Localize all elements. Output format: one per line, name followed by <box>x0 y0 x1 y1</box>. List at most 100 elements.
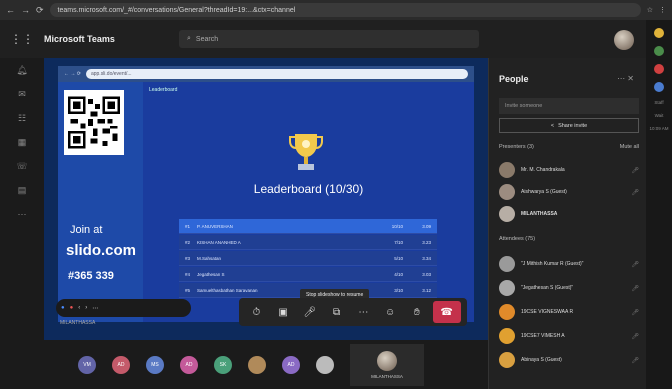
mic-icon[interactable]: 🎤︎ <box>299 301 321 323</box>
participant-avatar[interactable]: SK <box>214 355 232 374</box>
app-icon[interactable] <box>654 64 664 74</box>
row-name: M.Sahsatan <box>197 255 222 261</box>
mic-off-icon: 🎤︎ <box>631 261 639 268</box>
reload-icon[interactable]: ⟳ <box>36 5 44 16</box>
timer-icon[interactable]: ⏱ <box>245 301 267 323</box>
shared-browser-bar: ← → ⟳ app.sli.do/event/... <box>58 66 474 82</box>
leaderboard-row: #4 Jegathesan S 4/10 3.03 <box>179 267 437 282</box>
pointer-icon[interactable]: ● <box>61 305 65 311</box>
shared-nav-icon: ← → ⟳ <box>64 71 81 77</box>
presenter-item[interactable]: MILANTHASSA <box>499 204 639 224</box>
tray-label: Wait <box>654 113 664 118</box>
attendee-item[interactable]: "J Mithish Kumar R (Guest)" 🎤︎ <box>499 254 639 274</box>
app-launcher-icon[interactable]: ⋮⋮ <box>0 32 44 46</box>
search-input[interactable]: ⌕ Search <box>179 30 479 48</box>
row-rank: #3 <box>185 255 191 261</box>
row-time: 3.09 <box>422 223 431 229</box>
mic-off-icon: 🎤︎ <box>631 285 639 292</box>
bookmark-icon[interactable]: ☆ <box>647 6 653 14</box>
share-icon[interactable]: ⧉ <box>326 301 348 323</box>
calendar-icon[interactable]: ▦ <box>0 130 44 154</box>
row-name: Jegathesan S <box>197 271 225 277</box>
participant-avatar[interactable]: AD <box>180 355 198 374</box>
share-link-icon: < <box>550 122 555 129</box>
attendee-item[interactable]: 19CSE7 VIMESH A 🎤︎ <box>499 326 639 346</box>
teams-icon[interactable]: ☷ <box>0 106 44 130</box>
row-score: 5/10 <box>394 255 403 261</box>
hangup-button[interactable]: ☎ <box>432 301 461 323</box>
row-name: P. ANUVERSHAN <box>197 223 233 229</box>
event-code: #365 339 <box>68 270 114 282</box>
panel-more-icon[interactable]: ⋯ ✕ <box>617 74 634 83</box>
person-name: MILANTHASSA <box>521 211 558 217</box>
join-at-label: Join at <box>70 224 103 236</box>
person-name: 19CSE VIGNESWAA R <box>521 309 574 315</box>
clock: 10:09 AM <box>649 126 669 131</box>
row-score: 10/10 <box>391 223 403 229</box>
presenter-item[interactable]: Aishwarya S (Guest) 🎤︎ <box>499 182 639 202</box>
files-icon[interactable]: ▤ <box>0 178 44 202</box>
shared-screen: ← → ⟳ app.sli.do/event/... Join at slido… <box>44 58 488 340</box>
more-actions-icon[interactable]: ⋯ <box>352 301 374 323</box>
self-video-tile[interactable]: MILANTHASSA <box>350 343 424 386</box>
row-rank: #5 <box>185 287 191 293</box>
prev-slide-icon[interactable]: ‹ <box>78 305 80 311</box>
next-slide-icon[interactable]: › <box>85 305 87 311</box>
chat-icon[interactable]: ✉ <box>0 82 44 106</box>
share-invite-button[interactable]: < Share invite <box>499 118 639 133</box>
teams-header: ⋮⋮ Microsoft Teams ⌕ Search <box>0 20 672 58</box>
mute-all-link[interactable]: Mute all <box>620 144 639 150</box>
presenter-name: MILANTHASSA <box>60 320 96 326</box>
avatar <box>499 206 515 222</box>
slide-tab-label: Leaderboard <box>149 87 178 93</box>
avatar <box>499 184 515 200</box>
row-score: 3/10 <box>394 287 403 293</box>
row-name: KISHAN ANANHED A <box>197 239 241 245</box>
person-name: 19CSE7 VIMESH A <box>521 333 565 339</box>
mic-off-icon: 🎤︎ <box>631 309 639 316</box>
participant-avatar[interactable]: MS <box>146 355 164 374</box>
menu-icon[interactable]: ⋮ <box>659 6 666 14</box>
reactions-icon[interactable]: ☺ <box>379 301 401 323</box>
activity-icon[interactable]: 🔔︎ <box>0 58 44 82</box>
attendee-item[interactable]: Abinaya S (Guest) 🎤︎ <box>499 350 639 370</box>
presenters-header[interactable]: Presenters (3) Mute all <box>499 144 639 150</box>
person-name: "J Mithish Kumar R (Guest)" <box>521 261 584 267</box>
slido-url: slido.com <box>66 242 137 259</box>
chrome-icon[interactable] <box>654 28 664 38</box>
attendees-header[interactable]: Attendees (75) <box>499 236 639 242</box>
participant-avatar[interactable] <box>248 355 266 374</box>
app-icon[interactable] <box>654 82 664 92</box>
row-time: 3.03 <box>422 271 431 277</box>
participant-avatar[interactable]: VM <box>78 355 96 374</box>
avatar <box>499 280 515 296</box>
participant-avatar[interactable]: AD <box>282 355 300 374</box>
leaderboard-slide: Leaderboard Leaderboard (10/30) #1 P. AN… <box>143 82 474 322</box>
person-name: Abinaya S (Guest) <box>521 357 562 363</box>
calls-icon[interactable]: ☏ <box>0 154 44 178</box>
camera-icon[interactable]: ▣ <box>272 301 294 323</box>
more-apps-icon[interactable]: ⋯ <box>0 202 44 226</box>
back-icon[interactable]: ← <box>6 5 15 16</box>
presenter-item[interactable]: Mr. M. Chandrakala 🎤︎ <box>499 160 639 180</box>
avatar <box>499 162 515 178</box>
mic-off-icon: 🎤︎ <box>631 333 639 340</box>
row-rank: #4 <box>185 271 191 277</box>
attendee-item[interactable]: "Jegathesan S (Guest)" 🎤︎ <box>499 278 639 298</box>
row-rank: #2 <box>185 239 191 245</box>
raise-hand-icon[interactable]: ✋︎ <box>406 301 428 323</box>
avatar[interactable] <box>614 30 634 50</box>
app-title: Microsoft Teams <box>44 34 115 44</box>
leaderboard-table: #1 P. ANUVERSHAN 10/10 3.09 #2 KISHAN AN… <box>179 219 437 299</box>
invite-input[interactable]: Invite someone <box>499 98 639 114</box>
forward-icon[interactable]: → <box>21 5 30 16</box>
address-bar[interactable]: teams.microsoft.com/_#/conversations/Gen… <box>49 3 641 17</box>
participant-avatar[interactable]: AD <box>112 355 130 374</box>
record-icon[interactable]: ● <box>70 305 74 311</box>
attendee-item[interactable]: 19CSE VIGNESWAA R 🎤︎ <box>499 302 639 322</box>
more-icon[interactable]: ⋯ <box>92 305 98 312</box>
participant-avatar[interactable] <box>316 355 334 374</box>
app-icon[interactable] <box>654 46 664 56</box>
avatar <box>499 304 515 320</box>
shared-url-text: app.sli.do/event/... <box>90 71 132 77</box>
